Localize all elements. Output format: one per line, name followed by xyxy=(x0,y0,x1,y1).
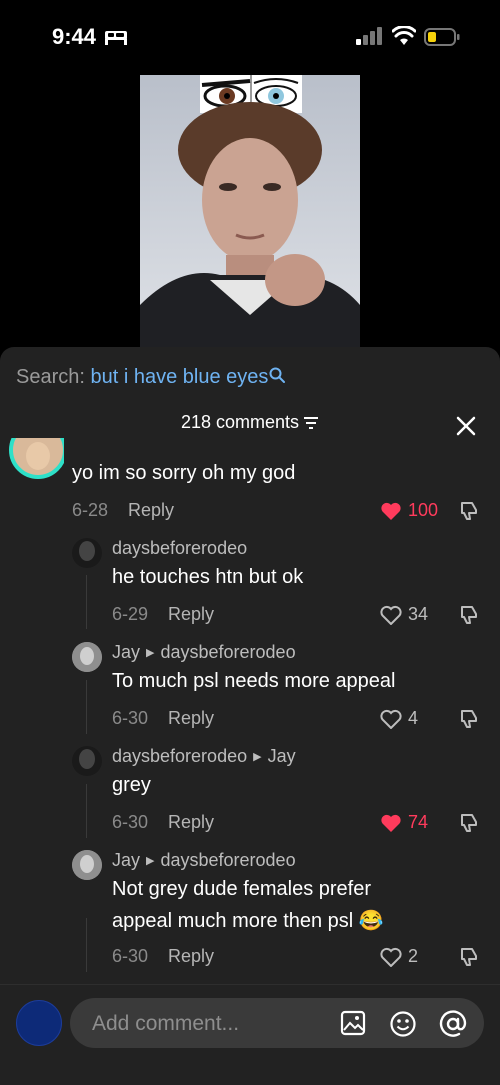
like-count: 74 xyxy=(408,812,429,832)
reply-username[interactable]: Jay ▶ daysbeforerodeo xyxy=(112,850,296,871)
heart-icon xyxy=(381,814,401,832)
like-count: 34 xyxy=(408,604,429,624)
reply-text-line: appeal much more then psl 😂 xyxy=(112,910,384,932)
status-bar: 9:44 xyxy=(0,0,500,72)
reply-to-arrow-icon: ▶ xyxy=(146,855,155,867)
like-button[interactable]: 100 xyxy=(380,500,438,521)
reply-username[interactable]: Jay ▶ daysbeforerodeo xyxy=(112,642,296,663)
like-button[interactable]: 74 xyxy=(380,812,428,833)
heart-icon xyxy=(380,947,402,967)
reply-button[interactable]: Reply xyxy=(168,946,214,966)
avatar[interactable] xyxy=(8,438,64,484)
thread-line xyxy=(86,784,87,838)
like-count: 4 xyxy=(408,708,419,728)
emoji-icon[interactable] xyxy=(389,1010,417,1038)
reply-button[interactable]: Reply xyxy=(168,708,214,728)
close-icon[interactable] xyxy=(454,414,478,438)
add-comment-placeholder[interactable]: Add comment... xyxy=(92,1012,239,1036)
search-term[interactable]: but i have blue eyes xyxy=(91,366,269,388)
heart-icon xyxy=(381,502,401,520)
comments-sheet xyxy=(0,347,500,1084)
battery-icon xyxy=(424,28,460,46)
reply-to-user[interactable]: Jay xyxy=(268,746,296,766)
wifi-icon xyxy=(392,26,416,45)
laughing-emoji: 😂 xyxy=(358,910,384,932)
search-icon[interactable] xyxy=(269,367,286,383)
reply-to-arrow-icon: ▶ xyxy=(146,647,155,659)
avatar[interactable] xyxy=(72,642,102,672)
heart-icon xyxy=(380,709,402,729)
like-button[interactable]: 2 xyxy=(380,946,418,967)
bed-icon xyxy=(105,31,127,45)
comment-count: 218 comments xyxy=(180,412,300,432)
like-button[interactable]: 34 xyxy=(380,604,428,625)
avatar[interactable] xyxy=(72,538,102,568)
comment-meta: 6-28 Reply xyxy=(72,500,174,521)
signal-icon xyxy=(356,27,382,45)
avatar[interactable] xyxy=(72,746,102,776)
video-preview[interactable] xyxy=(140,75,360,347)
thread-line xyxy=(86,918,87,972)
dislike-icon[interactable] xyxy=(458,500,480,522)
image-icon[interactable] xyxy=(340,1010,366,1036)
reply-to-user[interactable]: daysbeforerodeo xyxy=(160,850,295,870)
like-button[interactable]: 4 xyxy=(380,708,418,729)
search-suggestion[interactable]: Search: but i have blue eyes xyxy=(16,366,286,389)
dislike-icon[interactable] xyxy=(458,708,480,730)
heart-icon xyxy=(380,605,402,625)
reply-username[interactable]: daysbeforerodeo xyxy=(112,538,247,559)
my-avatar[interactable] xyxy=(16,1000,62,1046)
filter-icon[interactable] xyxy=(303,416,319,430)
reply-text-line: Not grey dude females prefer xyxy=(112,878,372,900)
reply-button[interactable]: Reply xyxy=(128,500,174,520)
dislike-icon[interactable] xyxy=(458,812,480,834)
thread-line xyxy=(86,575,87,629)
reply-meta: 6-30 Reply xyxy=(112,812,215,832)
reply-meta: 6-29 Reply xyxy=(112,604,215,624)
dislike-icon[interactable] xyxy=(458,604,480,626)
search-label: Search: xyxy=(16,366,85,388)
like-count: 100 xyxy=(408,500,439,520)
reply-text: grey xyxy=(112,774,151,796)
dislike-icon[interactable] xyxy=(458,946,480,968)
comments-header: 218 comments xyxy=(0,412,500,433)
thread-line xyxy=(86,680,87,734)
reply-meta: 6-30 Reply xyxy=(112,946,215,966)
reply-button[interactable]: Reply xyxy=(168,812,214,832)
reply-username[interactable]: daysbeforerodeo ▶ Jay xyxy=(112,746,296,767)
mention-icon[interactable] xyxy=(439,1010,467,1038)
status-time: 9:44 xyxy=(52,24,97,49)
comment-text: yo im so sorry oh my god xyxy=(72,462,296,484)
avatar[interactable] xyxy=(72,850,102,880)
video-frame-image xyxy=(140,75,360,347)
reply-to-user[interactable]: daysbeforerodeo xyxy=(160,642,295,662)
reply-text: he touches htn but ok xyxy=(112,566,304,588)
reply-text: To much psl needs more appeal xyxy=(112,670,396,692)
comment-date: 6-28 xyxy=(72,500,109,520)
reply-meta: 6-30 Reply xyxy=(112,708,215,728)
reply-to-arrow-icon: ▶ xyxy=(253,751,262,763)
reply-button[interactable]: Reply xyxy=(168,604,214,624)
like-count: 2 xyxy=(408,946,419,966)
